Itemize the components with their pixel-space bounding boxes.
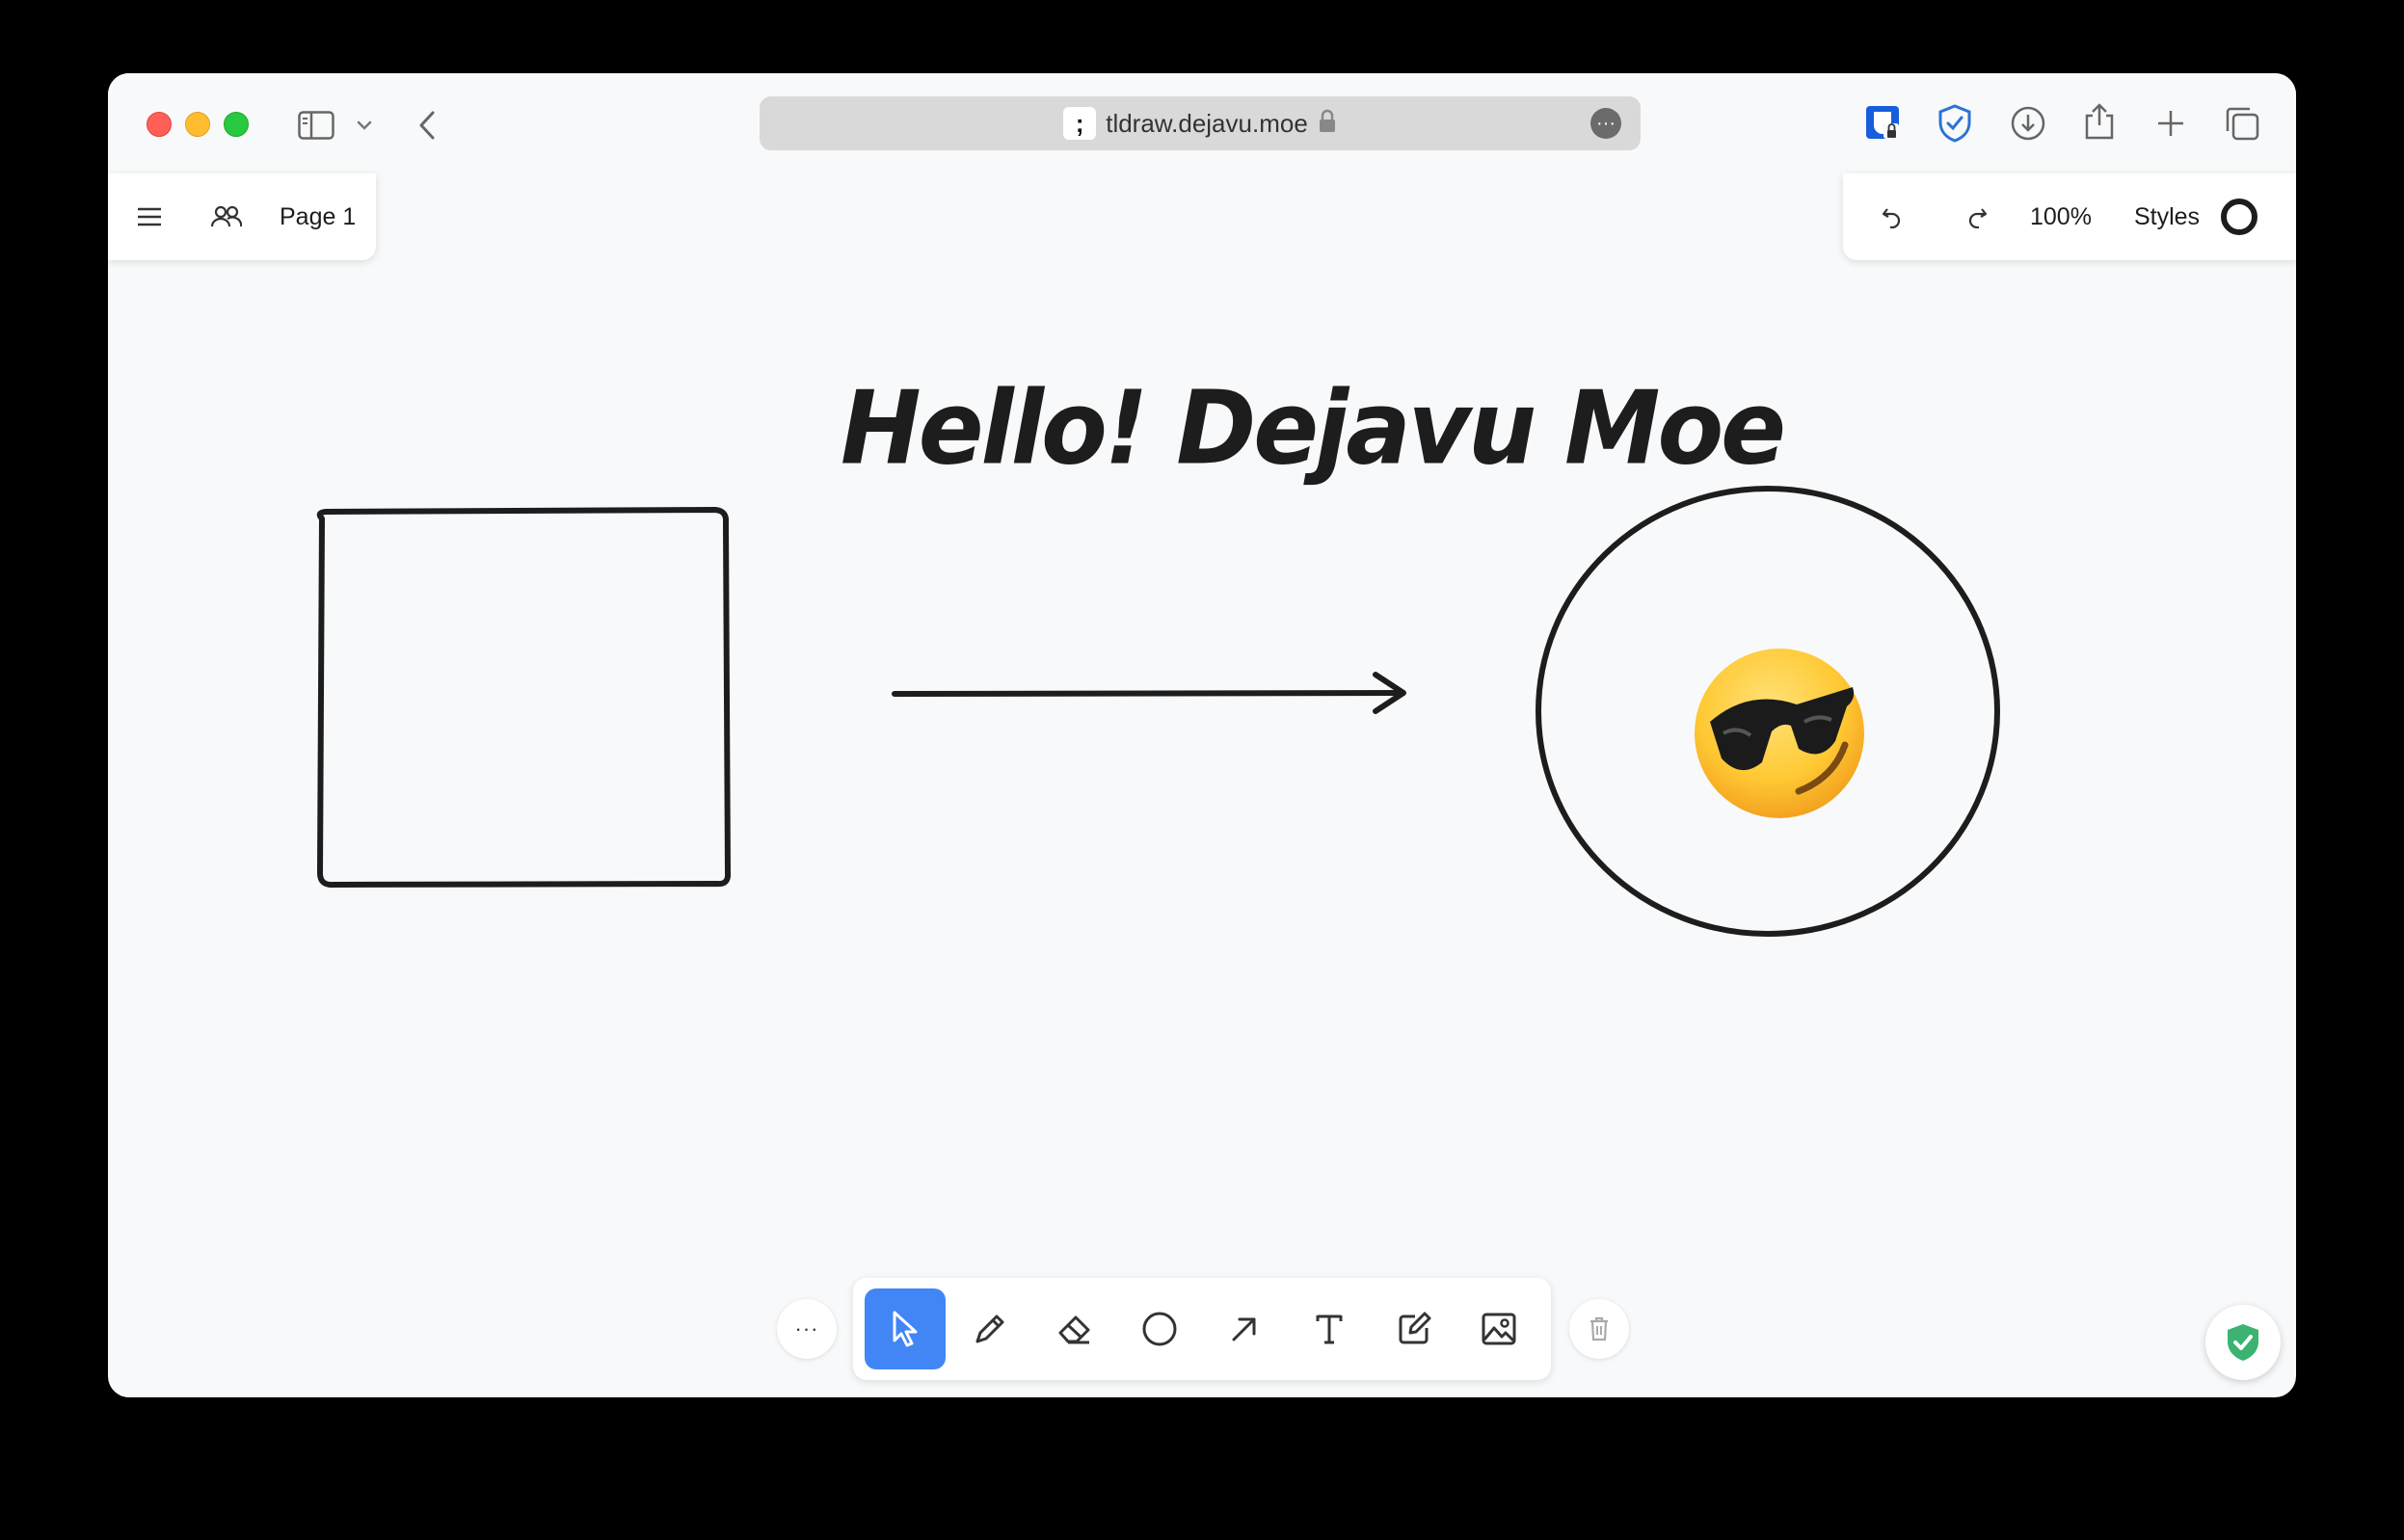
trash-icon	[1590, 1316, 1608, 1341]
shield-check-green-icon	[2228, 1324, 2258, 1361]
arrow-icon	[1232, 1317, 1256, 1341]
pencil-icon	[975, 1314, 1004, 1343]
security-status-button[interactable]	[2205, 1305, 2281, 1380]
tool-text[interactable]	[1289, 1288, 1370, 1369]
tools-toolbar	[853, 1278, 1551, 1380]
rectangle-shape	[316, 507, 732, 889]
browser-window: ; tldraw.dejavu.moe ··· Page 1 100% Styl…	[108, 73, 2296, 1397]
tool-draw[interactable]	[949, 1288, 1030, 1369]
select-cursor-icon	[893, 1311, 918, 1347]
tool-image[interactable]	[1458, 1288, 1539, 1369]
eraser-icon	[1058, 1315, 1090, 1344]
delete-button[interactable]	[1569, 1299, 1629, 1359]
text-icon	[1316, 1314, 1343, 1344]
tool-eraser[interactable]	[1034, 1288, 1115, 1369]
tool-note[interactable]	[1374, 1288, 1455, 1369]
tool-select[interactable]	[865, 1288, 946, 1369]
image-icon	[1482, 1313, 1516, 1345]
emoji-sunglasses-smile[interactable]	[1691, 645, 1869, 823]
tool-arrow[interactable]	[1204, 1288, 1285, 1369]
more-tools-button[interactable]: ···	[777, 1299, 837, 1359]
canvas-shapes	[316, 486, 2000, 937]
note-edit-icon	[1399, 1312, 1431, 1344]
arrow-shape-line	[892, 690, 1405, 697]
circle-icon	[1142, 1312, 1177, 1346]
tool-ellipse[interactable]	[1119, 1288, 1200, 1369]
